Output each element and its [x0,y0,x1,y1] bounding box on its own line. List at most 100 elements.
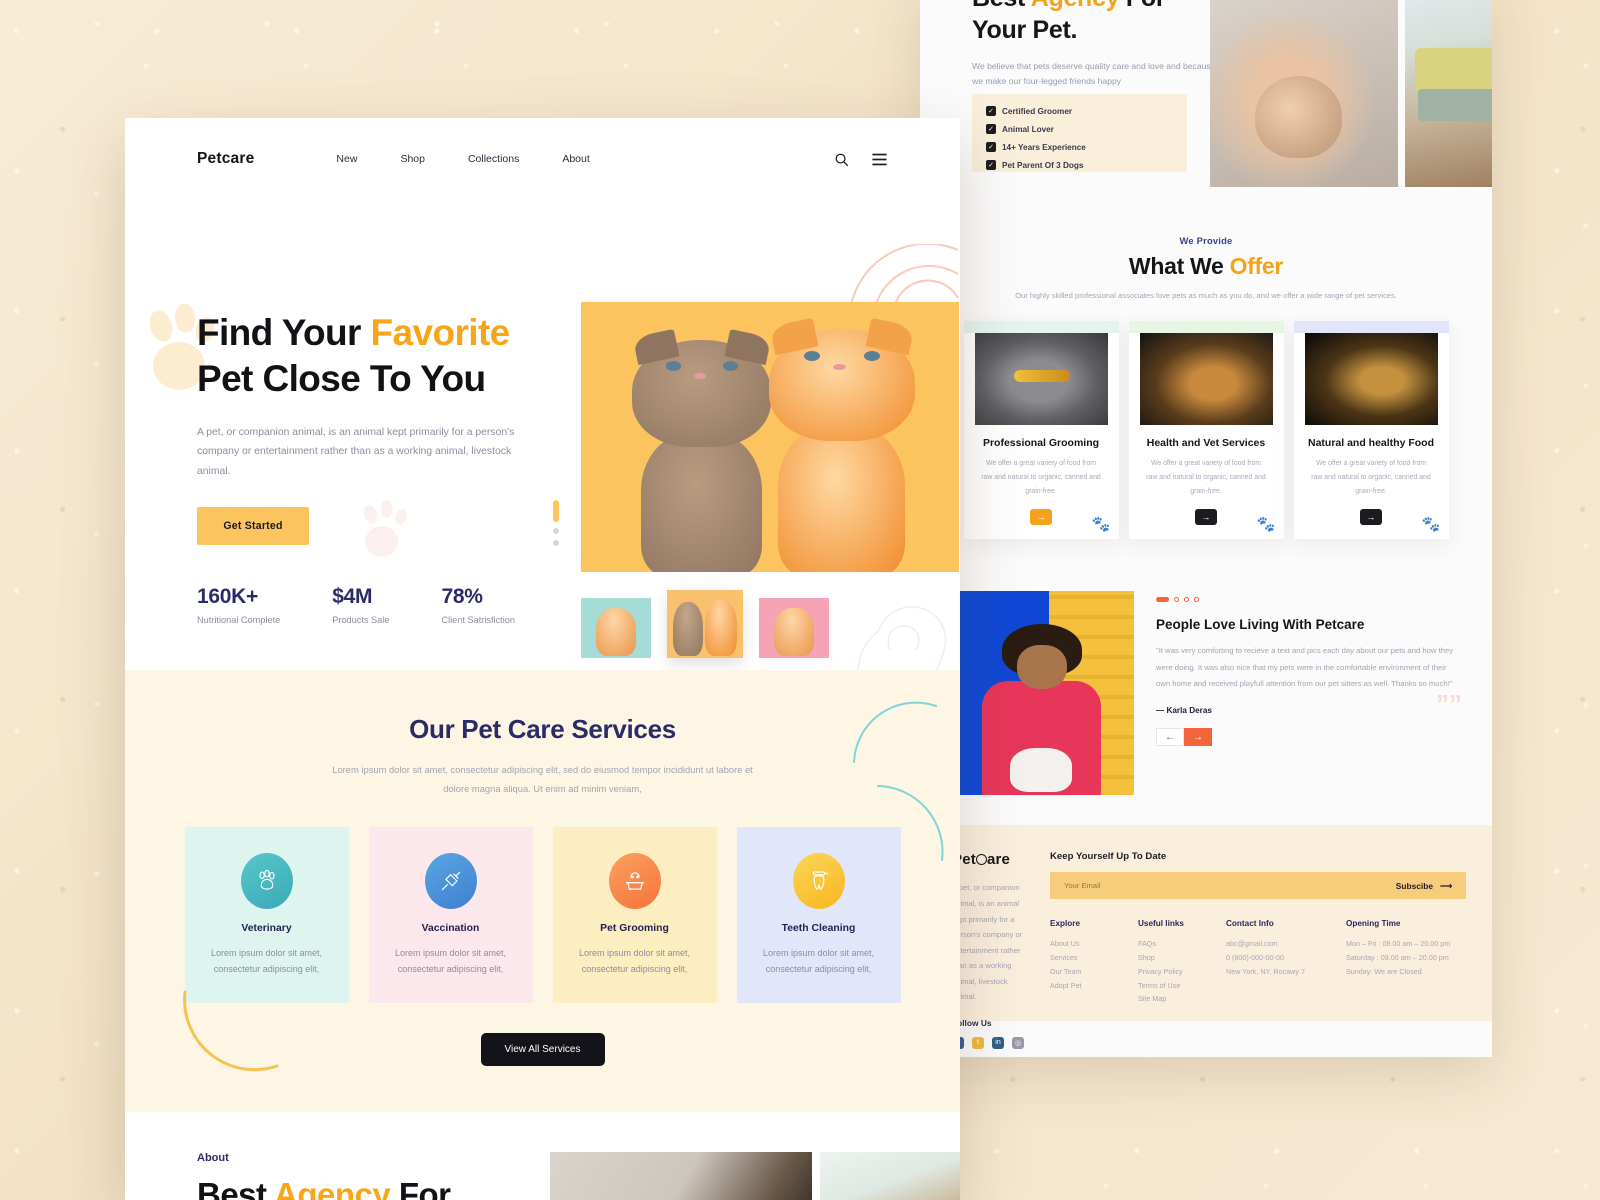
hero-photo-pug [1210,0,1398,187]
about-eyebrow: About [197,1151,229,1164]
right-hero-title-part1: Best [972,0,1031,12]
nav-actions [834,152,888,167]
kitten-body [641,432,763,572]
checkmark-icon: ✓ [986,160,996,170]
kitten-nose [693,372,707,380]
about-title: Best Agency For [197,1176,538,1200]
email-input[interactable] [1064,881,1244,891]
about-photo-2 [820,1151,960,1200]
footer-column-heading: Opening Time [1346,919,1401,929]
service-card-pet-grooming[interactable]: Pet Grooming Lorem ipsum dolor sit amet,… [552,826,717,1003]
kitten-eye-right [863,351,880,362]
service-name: Vaccination [421,922,480,934]
left-website-mockup: Petcare New Shop Collections About Find … [125,118,960,1200]
footer-link[interactable]: About Us [1050,937,1126,951]
services-section: Our Pet Care Services Lorem ipsum dolor … [125,670,960,1112]
subscribe-button[interactable]: Subscibe ⟶ [1396,881,1452,891]
footer-link[interactable]: Shop [1138,951,1214,965]
footer-link[interactable]: Services [1050,951,1126,965]
linkedin-icon[interactable]: in [992,1036,1004,1049]
checklist-label: Animal Lover [1002,124,1054,134]
footer-column-opening-time: Opening Time Mon – Fri : 08.00 am – 20.0… [1346,919,1466,1005]
service-card-veterinary[interactable]: Veterinary Lorem ipsum dolor sit amet, c… [184,826,349,1003]
thumb-kitten [596,608,636,656]
pagination-dot-active[interactable] [1156,597,1169,603]
testimonial-nav: ← → [1156,728,1462,747]
testimonial-pagination[interactable] [1156,597,1462,603]
service-name: Teeth Cleaning [781,922,856,934]
offer-card-arrow-button[interactable]: → [1195,509,1217,526]
nav-item-collections[interactable]: Collections [468,153,519,165]
kitten-body [778,426,906,572]
get-started-button[interactable]: Get Started [197,506,309,545]
footer-link[interactable]: Terms of Use [1138,979,1214,993]
thumbnail-item[interactable] [759,598,829,658]
checklist-item[interactable]: ✓ 14+ Years Experience [986,142,1098,152]
thumbnail-item-active[interactable] [667,590,743,658]
footer-column-useful-links: Useful links FAQs Shop Privacy Policy Te… [1138,919,1214,1005]
service-card-vaccination[interactable]: Vaccination Lorem ipsum dolor sit amet, … [368,826,533,1003]
hero-title-part2: Pet Close To You [197,357,486,399]
about-copy: About Best Agency For [197,1152,538,1200]
search-icon[interactable] [834,152,849,167]
footer-link[interactable]: Site Map [1138,992,1214,1006]
footer-column-heading: Contact Info [1226,919,1274,929]
service-name: Pet Grooming [600,922,669,934]
nav-item-about[interactable]: About [562,153,589,165]
footer-social-links: f t in ◎ [952,1036,1024,1049]
stat-label: Products Sale [332,615,390,625]
offer-title: What We Offer [920,253,1492,280]
twitter-icon[interactable]: t [972,1036,984,1049]
offer-card[interactable]: Natural and healthy Food We offer a grea… [1293,321,1449,540]
instagram-icon[interactable]: ◎ [1012,1036,1024,1049]
pagination-dot[interactable] [1194,597,1199,603]
view-all-services-button[interactable]: View All Services [480,1032,605,1066]
thumb-kitten-2 [705,600,737,656]
testimonial-content: People Love Living With Petcare "It was … [1156,591,1462,795]
service-name: Veterinary [241,922,292,934]
about-title-highlight: Agency [273,1175,391,1200]
footer-link[interactable]: Adopt Pet [1050,979,1126,993]
kitten-eye-left [803,351,820,362]
hamburger-menu-icon[interactable] [871,152,888,167]
kitten-head [768,318,915,441]
checklist-label: 14+ Years Experience [1002,142,1086,152]
nav-item-shop[interactable]: Shop [400,153,425,165]
thumbnail-item[interactable] [581,598,651,658]
offer-card-image [1139,333,1273,426]
offer-card[interactable]: Professional Grooming We offer a great v… [963,321,1119,540]
site-logo[interactable]: Petcare [197,150,254,168]
offer-card[interactable]: Health and Vet Services We offer a great… [1128,321,1284,540]
checklist-item[interactable]: ✓ Certified Groomer [986,106,1098,116]
stat-item: $4M Products Sale [332,585,389,625]
stat-value: $4M [332,585,373,608]
offer-card-arrow-button[interactable]: → [1360,509,1382,526]
contact-address: New York, NY, Rocawy 7 [1226,966,1305,976]
footer-link[interactable]: Our Team [1050,965,1126,979]
service-desc: Lorem ipsum dolor sit amet, consectetur … [578,947,691,975]
footer-link[interactable]: FAQs [1138,937,1214,951]
newsletter-heading: Keep Yourself Up To Date [1050,851,1167,863]
offer-card-arrow-button[interactable]: → [1030,509,1052,526]
testimonial-person [980,624,1104,796]
right-hero-copy: Best Agency For Your Pet. We believe tha… [972,0,1222,89]
offer-card-title: Professional Grooming [982,437,1100,450]
testimonial-prev-button[interactable]: ← [1156,728,1184,747]
testimonial-next-button[interactable]: → [1184,728,1212,747]
person-puppy [1009,747,1072,793]
hero-thumbnail-list [581,590,829,658]
pagination-dot[interactable] [1174,597,1179,603]
offer-card-desc: We offer a great variety of food from ra… [1311,460,1431,495]
checklist-item[interactable]: ✓ Animal Lover [986,124,1086,134]
stat-item: 160K+ Nutritional Complete [197,585,280,625]
right-hero-checklist: ✓ Certified Groomer ✓ Animal Lover ✓ 14+… [972,94,1187,172]
paw-print-icon: 🐾 [1256,516,1276,534]
footer-link[interactable]: Privacy Policy [1138,965,1214,979]
footer-logo[interactable]: Pet are [952,851,1024,868]
stat-value: 78% [441,585,483,608]
person-face [1017,644,1067,690]
nav-item-new[interactable]: New [336,153,357,165]
checklist-item[interactable]: ✓ Pet Parent Of 3 Dogs [986,160,1098,170]
pagination-dot[interactable] [1184,597,1189,603]
checkmark-icon: ✓ [986,124,996,134]
